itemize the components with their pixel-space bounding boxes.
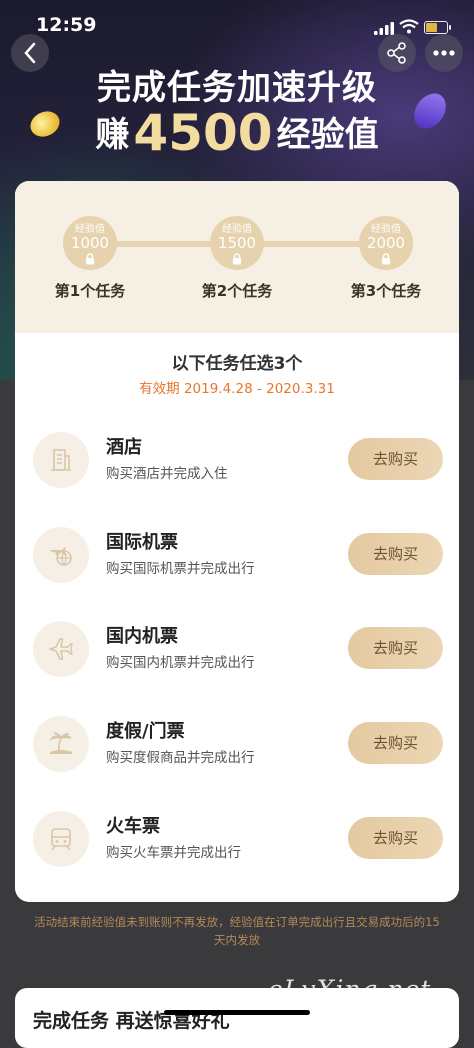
buy-button-train[interactable]: 去购买 xyxy=(348,817,443,859)
buy-button-hotel[interactable]: 去购买 xyxy=(348,438,443,480)
step-label: 第3个任务 xyxy=(350,282,422,300)
task-desc: 购买火车票并完成出行 xyxy=(106,845,241,861)
task-item-hotel: 酒店 购买酒店并完成入住 去购买 xyxy=(15,425,459,495)
task-item-domestic-flight: 国内机票 购买国内机票并完成出行 去购买 xyxy=(15,614,459,684)
home-indicator[interactable] xyxy=(164,1010,310,1015)
palm-beach-icon xyxy=(33,716,89,772)
progress-node: 经验值 1500 xyxy=(210,216,264,270)
task-item-vacation: 度假/门票 购买度假商品并完成出行 去购买 xyxy=(15,709,459,779)
task-name: 国内机票 xyxy=(106,626,178,647)
footnote: 活动结束前经验值未到账则不再发放，经验值在订单完成出行且交易成功后的15天内发放 xyxy=(34,915,440,947)
more-icon xyxy=(433,50,455,56)
train-icon xyxy=(33,811,89,867)
lock-icon xyxy=(86,253,94,265)
task-name: 国际机票 xyxy=(106,532,178,553)
task-name: 火车票 xyxy=(106,816,160,837)
node-value: 1000 xyxy=(70,234,110,252)
buy-button-vacation[interactable]: 去购买 xyxy=(348,722,443,764)
validity-period: 有效期 2019.4.28 - 2020.3.31 xyxy=(139,381,335,397)
task-desc: 购买国际机票并完成出行 xyxy=(106,561,255,577)
progress-node: 经验值 1000 xyxy=(63,216,117,270)
progress-section: 经验值 1000 经验值 1500 经验值 2000 第1个任务 第2个任务 第… xyxy=(15,181,459,333)
hero-title-prefix: 赚 xyxy=(95,115,130,155)
task-desc: 购买酒店并完成入住 xyxy=(106,466,228,482)
hotel-icon xyxy=(33,432,89,488)
hero-title: 完成任务加速升级 xyxy=(97,68,377,108)
hero-title-suffix: 经验值 xyxy=(276,115,379,155)
buy-button-domestic-flight[interactable]: 去购买 xyxy=(348,627,443,669)
task-name: 酒店 xyxy=(106,437,142,458)
task-item-train: 火车票 购买火车票并完成出行 去购买 xyxy=(15,804,459,874)
task-item-intl-flight: 国际机票 购买国际机票并完成出行 去购买 xyxy=(15,520,459,590)
status-time: 12:59 xyxy=(36,14,97,36)
battery-icon xyxy=(424,21,451,34)
lock-icon xyxy=(233,253,241,265)
task-name: 度假/门票 xyxy=(106,721,185,742)
watermark: eLvXing.net xyxy=(268,975,432,1004)
lock-icon xyxy=(382,253,390,265)
step-label: 第2个任务 xyxy=(201,282,273,300)
globe-plane-icon xyxy=(33,527,89,583)
step-label: 第1个任务 xyxy=(54,282,126,300)
progress-node: 经验值 2000 xyxy=(359,216,413,270)
hero-amount: 4500 xyxy=(133,104,273,162)
node-value: 1500 xyxy=(217,234,257,252)
task-card: 经验值 1000 经验值 1500 经验值 2000 第1个任务 第2个任务 第… xyxy=(15,181,459,902)
task-header: 以下任务任选3个 xyxy=(171,354,303,374)
hero-subtitle: 赚4500 经验值 xyxy=(0,104,474,162)
node-value: 2000 xyxy=(366,234,406,252)
plane-icon xyxy=(33,621,89,677)
task-desc: 购买国内机票并完成出行 xyxy=(106,655,255,671)
buy-button-intl-flight[interactable]: 去购买 xyxy=(348,533,443,575)
task-desc: 购买度假商品并完成出行 xyxy=(106,750,255,766)
